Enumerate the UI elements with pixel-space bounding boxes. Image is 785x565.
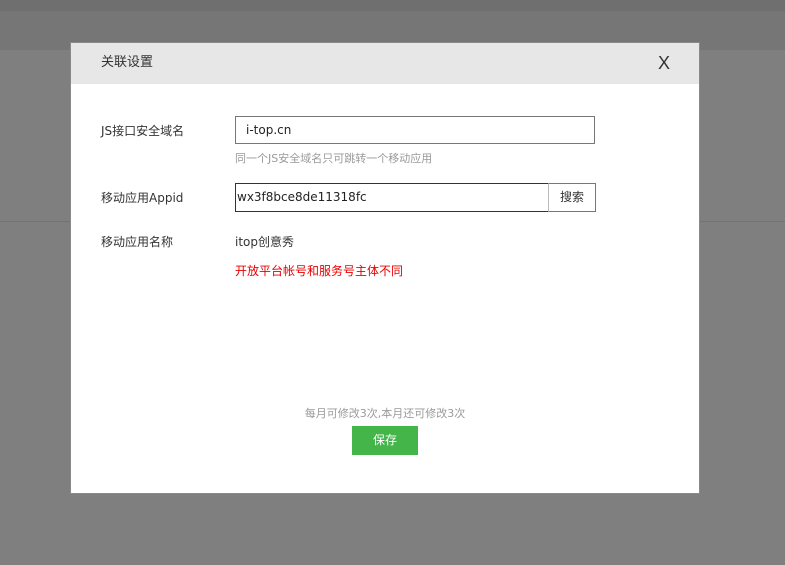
close-button[interactable]: X: [654, 52, 674, 74]
app-name-label: 移动应用名称: [101, 235, 174, 249]
appid-label: 移动应用Appid: [101, 191, 184, 205]
dialog-title: 关联设置: [101, 55, 154, 70]
dialog-header: 关联设置 X: [71, 43, 699, 84]
appid-value: wx3f8bce8de11318fc: [237, 190, 367, 204]
js-domain-hint: 同一个JS安全域名只可跳转一个移动应用: [235, 152, 433, 165]
save-button[interactable]: 保存: [352, 426, 418, 455]
modification-quota-text: 每月可修改3次,本月还可修改3次: [304, 407, 466, 420]
js-domain-input[interactable]: i-top.cn: [235, 116, 595, 144]
search-button[interactable]: 搜索: [548, 183, 596, 212]
app-name-value: itop创意秀: [235, 235, 294, 249]
js-domain-value: i-top.cn: [246, 123, 292, 137]
appid-input[interactable]: wx3f8bce8de11318fc: [235, 183, 549, 212]
link-settings-dialog: 关联设置 X JS接口安全域名 i-top.cn 同一个JS安全域名只可跳转一个…: [71, 43, 699, 493]
background-top-bar: [0, 0, 785, 11]
entity-mismatch-error: 开放平台帐号和服务号主体不同: [235, 264, 404, 278]
js-domain-label: JS接口安全域名: [101, 124, 185, 138]
